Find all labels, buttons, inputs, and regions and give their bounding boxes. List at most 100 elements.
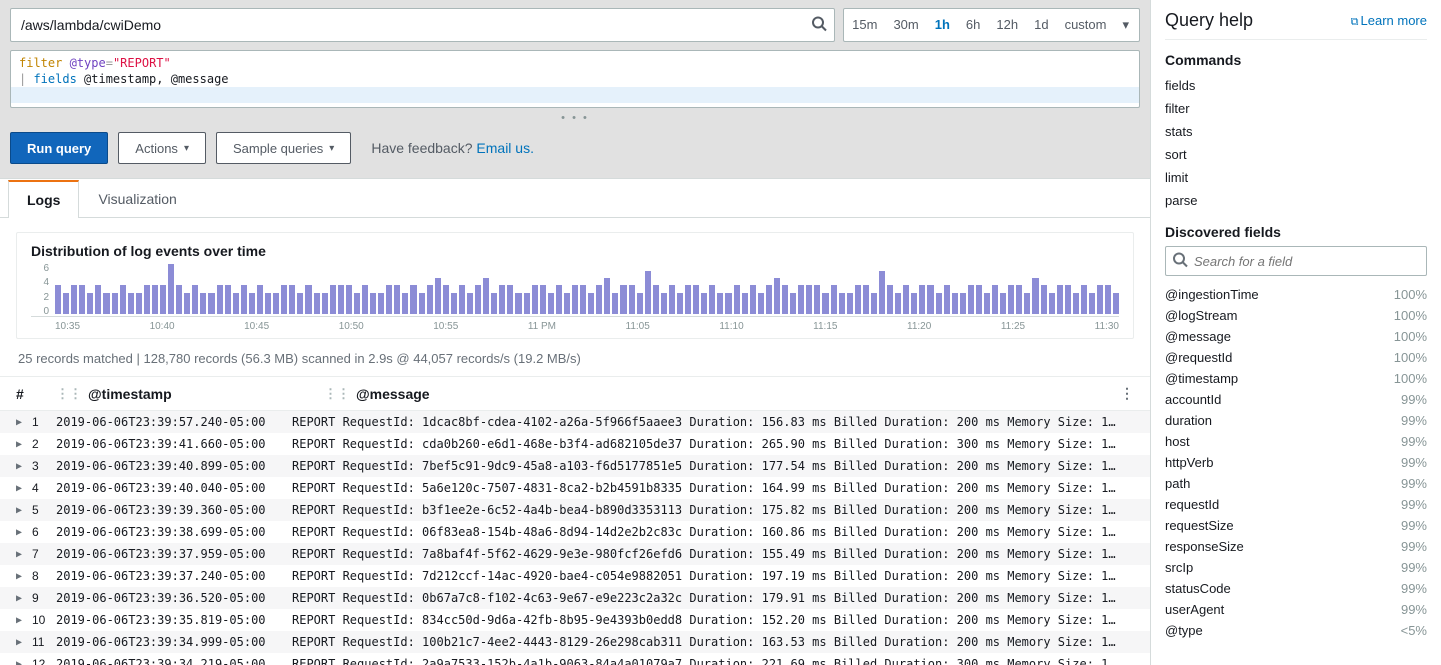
expand-row-icon[interactable]: ▶ — [16, 571, 32, 582]
chart-bar — [968, 285, 974, 314]
time-range-picker[interactable]: 15m30m1h6h12h1dcustom▾ — [843, 8, 1140, 42]
chart-bar — [168, 264, 174, 314]
chart-bar — [87, 293, 93, 314]
expand-row-icon[interactable]: ▶ — [16, 637, 32, 648]
chart-bar — [831, 285, 837, 314]
discovered-field[interactable]: @logStream100% — [1165, 305, 1427, 326]
chart-xlabel: 10:40 — [150, 321, 175, 332]
command-filter[interactable]: filter — [1165, 97, 1427, 120]
scan-summary: 25 records matched | 128,780 records (56… — [0, 345, 1150, 376]
actions-dropdown[interactable]: Actions▾ — [118, 132, 206, 164]
command-fields[interactable]: fields — [1165, 74, 1427, 97]
table-row[interactable]: ▶92019-06-06T23:39:36.520-05:00REPORT Re… — [0, 587, 1150, 609]
discovered-field[interactable]: userAgent99% — [1165, 599, 1427, 620]
discovered-field[interactable]: @timestamp100% — [1165, 368, 1427, 389]
run-query-button[interactable]: Run query — [10, 132, 108, 164]
row-message: REPORT RequestId: 7a8baf4f-5f62-4629-9e3… — [292, 547, 1134, 561]
command-parse[interactable]: parse — [1165, 189, 1427, 212]
time-option-12h[interactable]: 12h — [988, 9, 1026, 41]
table-row[interactable]: ▶22019-06-06T23:39:41.660-05:00REPORT Re… — [0, 433, 1150, 455]
table-row[interactable]: ▶72019-06-06T23:39:37.959-05:00REPORT Re… — [0, 543, 1150, 565]
expand-row-icon[interactable]: ▶ — [16, 461, 32, 472]
discovered-field[interactable]: statusCode99% — [1165, 578, 1427, 599]
time-option-custom[interactable]: custom — [1057, 9, 1115, 41]
expand-row-icon[interactable]: ▶ — [16, 659, 32, 665]
tab-visualization[interactable]: Visualization — [79, 180, 195, 218]
chart-bar — [540, 285, 546, 314]
table-options-icon[interactable]: ⋮ — [1120, 385, 1134, 402]
editor-resize-handle[interactable]: • • • — [0, 108, 1150, 124]
drag-handle-icon[interactable]: ⋮⋮ — [324, 386, 350, 402]
chevron-down-icon[interactable]: ▾ — [1114, 9, 1139, 41]
expand-row-icon[interactable]: ▶ — [16, 483, 32, 494]
col-header-timestamp[interactable]: @timestamp — [88, 386, 324, 402]
discovered-field[interactable]: requestId99% — [1165, 494, 1427, 515]
time-option-15m[interactable]: 15m — [844, 9, 885, 41]
learn-more-link[interactable]: ⧉Learn more — [1351, 13, 1427, 29]
discovered-field[interactable]: path99% — [1165, 473, 1427, 494]
discovered-field[interactable]: @message100% — [1165, 326, 1427, 347]
expand-row-icon[interactable]: ▶ — [16, 527, 32, 538]
time-option-6h[interactable]: 6h — [958, 9, 988, 41]
time-option-30m[interactable]: 30m — [885, 9, 926, 41]
table-row[interactable]: ▶42019-06-06T23:39:40.040-05:00REPORT Re… — [0, 477, 1150, 499]
chart-bar — [734, 285, 740, 314]
command-sort[interactable]: sort — [1165, 143, 1427, 166]
discovered-field[interactable]: httpVerb99% — [1165, 452, 1427, 473]
table-row[interactable]: ▶32019-06-06T23:39:40.899-05:00REPORT Re… — [0, 455, 1150, 477]
chart-bar — [217, 285, 223, 314]
chart-bar — [572, 285, 578, 314]
chart-bar — [677, 293, 683, 314]
sample-queries-dropdown[interactable]: Sample queries▾ — [216, 132, 351, 164]
collapse-panel-button[interactable]: ▶ — [1150, 62, 1151, 84]
command-limit[interactable]: limit — [1165, 166, 1427, 189]
discovered-field[interactable]: requestSize99% — [1165, 515, 1427, 536]
chart-bar — [499, 285, 505, 314]
expand-row-icon[interactable]: ▶ — [16, 439, 32, 450]
expand-row-icon[interactable]: ▶ — [16, 615, 32, 626]
log-group-input[interactable] — [10, 8, 835, 42]
table-row[interactable]: ▶62019-06-06T23:39:38.699-05:00REPORT Re… — [0, 521, 1150, 543]
chart-bar — [863, 285, 869, 314]
expand-row-icon[interactable]: ▶ — [16, 505, 32, 516]
search-icon[interactable] — [811, 16, 827, 35]
chart-ylabel: 0 — [31, 306, 49, 317]
expand-row-icon[interactable]: ▶ — [16, 593, 32, 604]
table-row[interactable]: ▶52019-06-06T23:39:39.360-05:00REPORT Re… — [0, 499, 1150, 521]
discovered-field[interactable]: duration99% — [1165, 410, 1427, 431]
time-option-1h[interactable]: 1h — [927, 9, 958, 41]
query-editor[interactable]: filter @type="REPORT" | fields @timestam… — [10, 50, 1140, 108]
chart-bar — [596, 285, 602, 314]
table-row[interactable]: ▶82019-06-06T23:39:37.240-05:00REPORT Re… — [0, 565, 1150, 587]
table-row[interactable]: ▶102019-06-06T23:39:35.819-05:00REPORT R… — [0, 609, 1150, 631]
chart-bar — [281, 285, 287, 314]
discovered-field[interactable]: @type<5% — [1165, 620, 1427, 641]
discovered-field[interactable]: host99% — [1165, 431, 1427, 452]
discovered-field[interactable]: @ingestionTime100% — [1165, 284, 1427, 305]
discovered-field[interactable]: srcIp99% — [1165, 557, 1427, 578]
table-row[interactable]: ▶122019-06-06T23:39:34.219-05:00REPORT R… — [0, 653, 1150, 665]
chart-bar — [750, 285, 756, 314]
chart-bar — [402, 293, 408, 314]
table-row[interactable]: ▶12019-06-06T23:39:57.240-05:00REPORT Re… — [0, 411, 1150, 433]
field-name: @type — [1165, 623, 1203, 638]
table-row[interactable]: ▶112019-06-06T23:39:34.999-05:00REPORT R… — [0, 631, 1150, 653]
field-pct: 99% — [1401, 518, 1427, 533]
col-header-message[interactable]: @message — [356, 386, 1120, 402]
time-option-1d[interactable]: 1d — [1026, 9, 1056, 41]
expand-row-icon[interactable]: ▶ — [16, 549, 32, 560]
sample-queries-label: Sample queries — [233, 141, 323, 156]
chart-bar — [637, 293, 643, 314]
command-stats[interactable]: stats — [1165, 120, 1427, 143]
tab-logs[interactable]: Logs — [8, 180, 79, 218]
drag-handle-icon[interactable]: ⋮⋮ — [56, 386, 82, 402]
chart-bar — [1024, 293, 1030, 314]
chart-bar — [806, 285, 812, 314]
discovered-field[interactable]: responseSize99% — [1165, 536, 1427, 557]
discovered-field[interactable]: accountId99% — [1165, 389, 1427, 410]
feedback-link[interactable]: Email us. — [476, 140, 534, 156]
field-search-input[interactable] — [1165, 246, 1427, 276]
expand-row-icon[interactable]: ▶ — [16, 417, 32, 428]
chart-bar — [427, 285, 433, 314]
discovered-field[interactable]: @requestId100% — [1165, 347, 1427, 368]
